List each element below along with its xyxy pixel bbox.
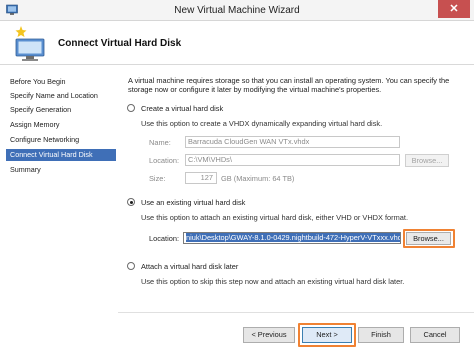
name-label: Name: — [149, 138, 171, 147]
footer-divider — [118, 312, 474, 313]
existing-location-label: Location: — [149, 234, 179, 243]
attach-later-radio[interactable] — [127, 262, 135, 270]
attach-later-description: Use this option to skip this step now an… — [141, 277, 405, 286]
intro-text: A virtual machine requires storage so th… — [128, 76, 450, 94]
nav-item-assign-memory[interactable]: Assign Memory — [6, 119, 116, 131]
cancel-button[interactable]: Cancel — [410, 327, 460, 343]
size-label: Size: — [149, 174, 166, 183]
page-title: Connect Virtual Hard Disk — [58, 38, 182, 49]
title-bar: New Virtual Machine Wizard ✕ — [0, 0, 474, 21]
existing-disk-description: Use this option to attach an existing vi… — [141, 213, 409, 222]
create-disk-label[interactable]: Create a virtual hard disk — [141, 104, 223, 113]
attach-later-label[interactable]: Attach a virtual hard disk later — [141, 262, 238, 271]
nav-item-connect-virtual-hard-disk[interactable]: Connect Virtual Hard Disk — [6, 149, 116, 161]
finish-button[interactable]: Finish — [358, 327, 404, 343]
existing-location-field[interactable]: niuk\Desktop\GWAY-8.1.0-0429.nightbuild-… — [183, 232, 401, 244]
nav-item-configure-networking[interactable]: Configure Networking — [6, 134, 116, 146]
next-button[interactable]: Next > — [302, 327, 352, 343]
create-disk-radio[interactable] — [127, 104, 135, 112]
wizard-header: Connect Virtual Hard Disk — [0, 21, 474, 65]
previous-button[interactable]: < Previous — [243, 327, 295, 343]
nav-item-specify-name-and-location[interactable]: Specify Name and Location — [6, 90, 116, 102]
window-title: New Virtual Machine Wizard — [174, 5, 300, 16]
size-field[interactable]: 127 — [185, 172, 217, 184]
wizard-content: A virtual machine requires storage so th… — [118, 66, 474, 353]
name-field[interactable]: Barracuda CloudGen WAN VTx.vhdx — [185, 136, 400, 148]
size-unit-label: GB (Maximum: 64 TB) — [221, 174, 295, 183]
existing-disk-label[interactable]: Use an existing virtual hard disk — [141, 198, 245, 207]
existing-disk-radio[interactable] — [127, 198, 135, 206]
existing-location-value: niuk\Desktop\GWAY-8.1.0-0429.nightbuild-… — [186, 233, 400, 242]
nav-item-specify-generation[interactable]: Specify Generation — [6, 104, 116, 116]
nav-item-summary[interactable]: Summary — [6, 164, 116, 176]
create-browse-button[interactable]: Browse... — [405, 154, 449, 167]
nav-item-before-you-begin[interactable]: Before You Begin — [6, 76, 116, 88]
close-button[interactable]: ✕ — [438, 0, 470, 18]
wizard-steps-nav: Before You Begin Specify Name and Locati… — [0, 66, 118, 353]
create-disk-description: Use this option to create a VHDX dynamic… — [141, 119, 383, 128]
create-location-field[interactable]: C:\VM\VHDs\ — [185, 154, 400, 166]
virtual-machine-wizard-icon — [15, 26, 45, 61]
existing-browse-button[interactable]: Browse... — [406, 232, 451, 245]
create-location-label: Location: — [149, 156, 179, 165]
